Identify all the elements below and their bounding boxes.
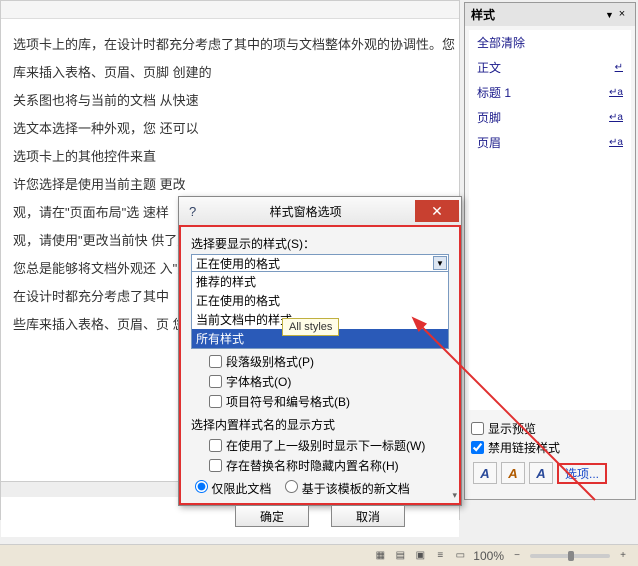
disable-linked-row[interactable]: 禁用链接样式 <box>471 439 629 456</box>
bullet-format-checkbox[interactable] <box>209 395 222 408</box>
style-item-heading1[interactable]: 标题 1↵a <box>469 80 631 105</box>
template-radio-wrap[interactable]: 基于该模板的新文档 <box>285 480 409 497</box>
view-read-icon[interactable]: ▤ <box>393 549 407 563</box>
select-styles-label: 选择要显示的样式(S)： <box>191 235 449 252</box>
view-web-icon[interactable]: ▣ <box>413 549 427 563</box>
styles-pane-title-text: 样式 <box>471 6 605 23</box>
styles-pane: 样式 ▼ × 全部清除 正文↵ 标题 1↵a 页脚↵a 页眉↵a 显示预览 禁用… <box>464 2 636 500</box>
para: 选项卡上的其他控件来直 <box>13 143 447 171</box>
styles-pane-footer: 显示预览 禁用链接样式 A A A 选项... <box>465 414 635 492</box>
dropdown-item[interactable]: 正在使用的格式 <box>192 291 448 310</box>
dropdown-item[interactable]: 推荐的样式 <box>192 272 448 291</box>
hide-replace-label: 存在替换名称时隐藏内置名称(H) <box>226 457 399 474</box>
style-item-footer[interactable]: 页脚↵a <box>469 105 631 130</box>
options-link[interactable]: 选项... <box>561 465 603 483</box>
dialog-body: 选择要显示的样式(S)： 正在使用的格式 ▼ 推荐的样式 正在使用的格式 当前文… <box>179 225 461 505</box>
font-format-checkbox[interactable] <box>209 375 222 388</box>
dialog-buttons: 确定 取消 <box>191 505 449 527</box>
ok-button[interactable]: 确定 <box>235 505 309 527</box>
disable-linked-label: 禁用链接样式 <box>488 439 560 456</box>
close-icon[interactable]: × <box>615 8 629 22</box>
builtin-names-label: 选择内置样式名的显示方式 <box>191 416 449 433</box>
show-preview-checkbox[interactable] <box>471 422 484 435</box>
zoom-out-icon[interactable]: − <box>510 549 524 563</box>
view-draft-icon[interactable]: ▭ <box>453 549 467 563</box>
next-heading-checkbox[interactable] <box>209 439 222 452</box>
style-item-normal[interactable]: 正文↵ <box>469 55 631 80</box>
styles-pane-title: 样式 ▼ × <box>465 3 635 26</box>
paragraph-format-checkbox[interactable] <box>209 355 222 368</box>
paragraph-format-label: 段落级别格式(P) <box>226 353 314 370</box>
font-format-label: 字体格式(O) <box>226 373 291 390</box>
styles-to-show-combo[interactable]: 正在使用的格式 ▼ <box>191 254 449 272</box>
ruler <box>1 1 459 19</box>
bullet-format-label: 项目符号和编号格式(B) <box>226 393 350 410</box>
new-style-button[interactable]: A <box>473 462 497 484</box>
show-preview-label: 显示预览 <box>488 420 536 437</box>
show-preview-row[interactable]: 显示预览 <box>471 420 629 437</box>
options-highlight-box: 选项... <box>557 463 607 484</box>
formatting-checks: 段落级别格式(P) 字体格式(O) 项目符号和编号格式(B) <box>209 353 449 410</box>
manage-styles-button[interactable]: A <box>529 462 553 484</box>
dialog-titlebar[interactable]: ? 样式窗格选项 ✕ <box>179 197 461 225</box>
para: 库来插入表格、页眉、页脚 创建的 <box>13 59 447 87</box>
cancel-button[interactable]: 取消 <box>331 505 405 527</box>
this-doc-radio-wrap[interactable]: 仅限此文档 <box>195 480 271 497</box>
help-icon[interactable]: ? <box>189 204 196 219</box>
para: 许您选择是使用当前主题 更改 <box>13 171 447 199</box>
combo-value: 正在使用的格式 <box>196 255 280 272</box>
para: 选文本选择一种外观，您 还可以 <box>13 115 447 143</box>
zoom-thumb[interactable] <box>568 551 574 561</box>
zoom-slider[interactable] <box>530 554 610 558</box>
styles-to-show-dropdown[interactable]: 推荐的样式 正在使用的格式 当前文档中的样式 所有样式 ▾ <box>191 272 449 349</box>
styles-list[interactable]: 全部清除 正文↵ 标题 1↵a 页脚↵a 页眉↵a <box>469 30 631 410</box>
style-inspector-button[interactable]: A <box>501 462 525 484</box>
builtin-name-checks: 在使用了上一级别时显示下一标题(W) 存在替换名称时隐藏内置名称(H) <box>209 437 449 474</box>
style-item-header[interactable]: 页眉↵a <box>469 130 631 155</box>
style-pane-options-dialog: ? 样式窗格选项 ✕ 选择要显示的样式(S)： 正在使用的格式 ▼ 推荐的样式 … <box>178 196 462 506</box>
chevron-down-icon[interactable]: ▼ <box>433 256 447 270</box>
dropdown-icon[interactable]: ▼ <box>605 10 615 20</box>
dropdown-tooltip: All styles <box>282 318 339 336</box>
status-bar: ▦ ▤ ▣ ≡ ▭ 100% − + <box>0 544 638 566</box>
styles-icon-bar: A A A 选项... <box>471 458 629 488</box>
style-item-clear[interactable]: 全部清除 <box>469 30 631 55</box>
dialog-close-button[interactable]: ✕ <box>415 200 459 222</box>
next-heading-label: 在使用了上一级别时显示下一标题(W) <box>226 437 425 454</box>
hide-replace-checkbox[interactable] <box>209 459 222 472</box>
disable-linked-checkbox[interactable] <box>471 441 484 454</box>
zoom-in-icon[interactable]: + <box>616 549 630 563</box>
this-doc-radio[interactable] <box>195 480 208 493</box>
dialog-title: 样式窗格选项 <box>196 203 415 220</box>
para: 选项卡上的库，在设计时都充分考虑了其中的项与文档整体外观的协调性。您 <box>13 31 447 59</box>
zoom-label[interactable]: 100% <box>473 549 504 563</box>
view-outline-icon[interactable]: ≡ <box>433 549 447 563</box>
view-print-icon[interactable]: ▦ <box>373 549 387 563</box>
scroll-indicator-icon: ▾ <box>452 490 457 501</box>
para: 关系图也将与当前的文档 从快速 <box>13 87 447 115</box>
template-radio[interactable] <box>285 480 298 493</box>
scope-radio-row: 仅限此文档 基于该模板的新文档 <box>195 480 445 497</box>
